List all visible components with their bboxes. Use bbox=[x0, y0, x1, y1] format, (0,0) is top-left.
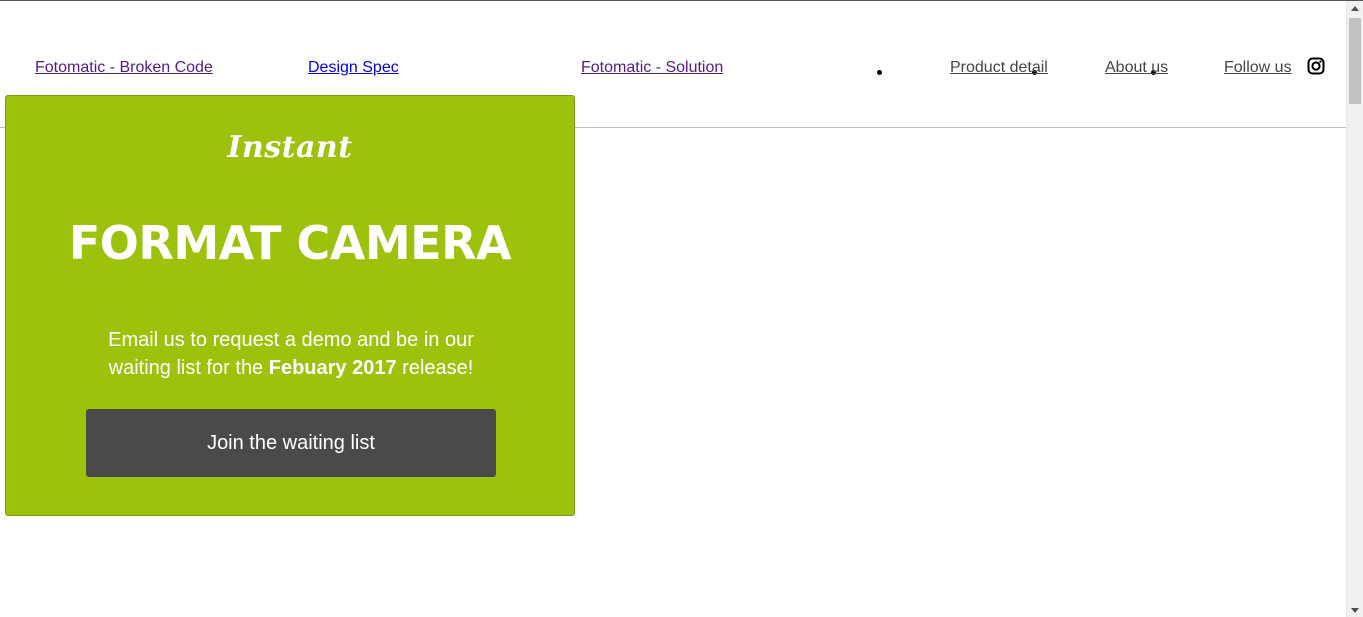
nav-bullet bbox=[877, 70, 882, 75]
hero-script-title: Instant bbox=[227, 130, 353, 165]
vertical-scrollbar[interactable] bbox=[1346, 1, 1363, 617]
hero-card: Instant FORMAT CAMERA Email us to reques… bbox=[5, 95, 575, 516]
link-solution[interactable]: Fotomatic - Solution bbox=[581, 59, 723, 77]
hero-text-after: release! bbox=[396, 357, 474, 379]
link-design-spec[interactable]: Design Spec bbox=[308, 59, 399, 77]
hero-description: Email us to request a demo and be in our… bbox=[76, 326, 506, 382]
link-broken-code[interactable]: Fotomatic - Broken Code bbox=[35, 59, 213, 77]
join-waiting-list-button[interactable]: Join the waiting list bbox=[86, 409, 496, 477]
instagram-icon[interactable] bbox=[1307, 57, 1325, 75]
page: Fotomatic - Broken Code Design Spec Foto… bbox=[0, 0, 1363, 617]
nav-about-us[interactable]: About us bbox=[1105, 59, 1168, 77]
scroll-down-arrow-icon[interactable] bbox=[1351, 608, 1359, 613]
hero-title: FORMAT CAMERA bbox=[68, 216, 512, 270]
scroll-up-arrow-icon[interactable] bbox=[1351, 6, 1359, 11]
nav-follow-us[interactable]: Follow us bbox=[1224, 59, 1292, 77]
hero-release-date: Febuary 2017 bbox=[268, 357, 397, 379]
scroll-thumb[interactable] bbox=[1349, 18, 1361, 104]
nav-product-detail[interactable]: Product detail bbox=[950, 59, 1048, 77]
